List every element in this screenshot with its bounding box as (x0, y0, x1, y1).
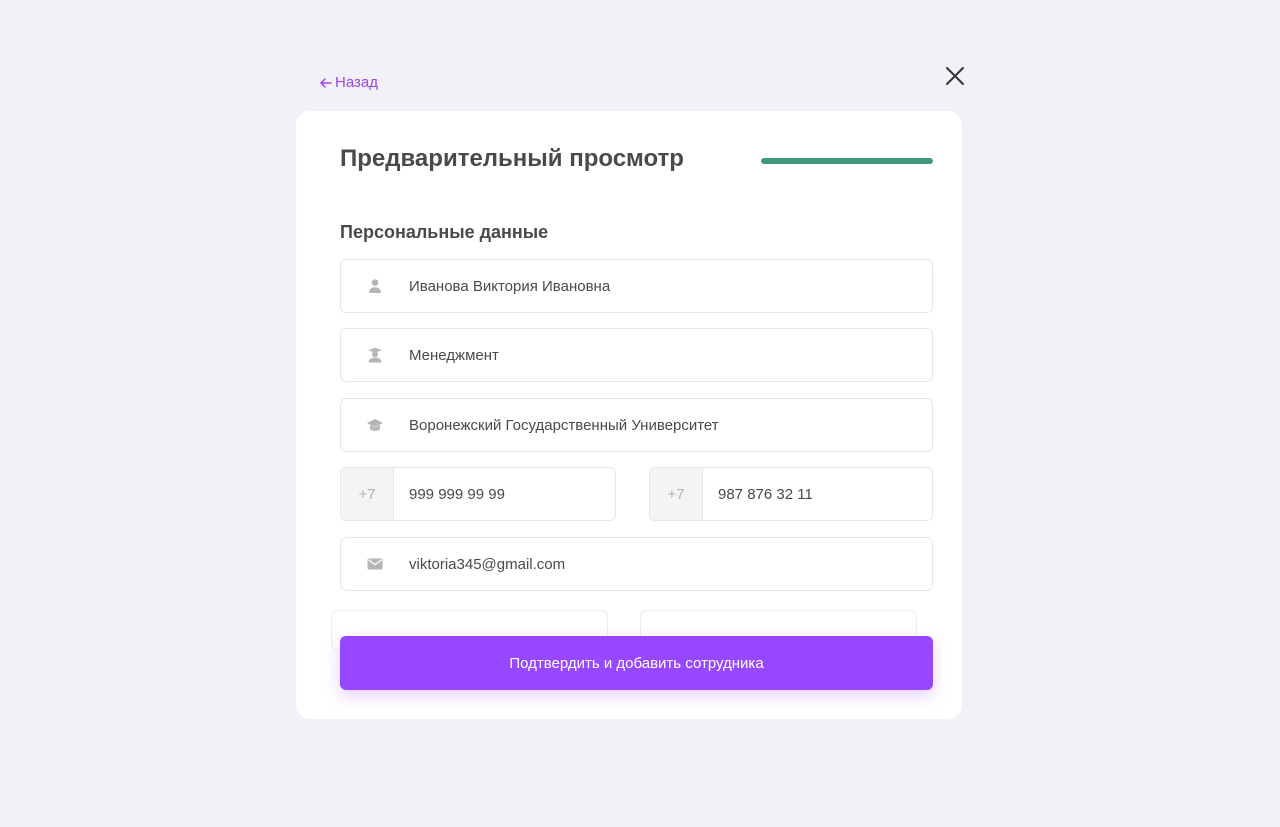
preview-card: Предварительный просмотр Персональные да… (296, 111, 962, 719)
person-icon (341, 278, 409, 294)
university-value: Воронежский Государственный Университет (409, 416, 719, 434)
full-name-value: Иванова Виктория Ивановна (409, 277, 611, 295)
progress-bar (761, 158, 933, 164)
mail-icon (341, 558, 409, 570)
phone-number: 999 999 99 99 (409, 485, 505, 503)
university-field: Воронежский Государственный Университет (340, 398, 933, 452)
confirm-add-employee-button[interactable]: Подтвердить и добавить сотрудника (340, 636, 933, 690)
section-title: Персональные данные (340, 222, 549, 242)
email-value: viktoria345@gmail.com (409, 555, 566, 573)
email-field: viktoria345@gmail.com (340, 537, 933, 591)
specialty-field: Менеджмент (340, 328, 933, 382)
progress-fill (761, 158, 933, 164)
phone-field-primary: +7 999 999 99 99 (340, 467, 616, 521)
back-label: Назад (335, 74, 378, 91)
close-icon (946, 67, 964, 85)
back-link[interactable]: Назад (319, 74, 378, 91)
full-name-field: Иванова Виктория Ивановна (340, 259, 933, 313)
phone-prefix: +7 (341, 468, 394, 520)
arrow-left-icon (320, 77, 332, 88)
phone-prefix: +7 (650, 468, 703, 520)
graduate-icon (341, 347, 409, 363)
specialty-value: Менеджмент (409, 346, 499, 364)
phone-number: 987 876 32 11 (718, 485, 813, 503)
graduation-cap-icon (341, 418, 409, 432)
phone-field-secondary: +7 987 876 32 11 (649, 467, 933, 521)
close-button[interactable] (944, 65, 966, 87)
page-title: Предварительный просмотр (340, 145, 684, 172)
